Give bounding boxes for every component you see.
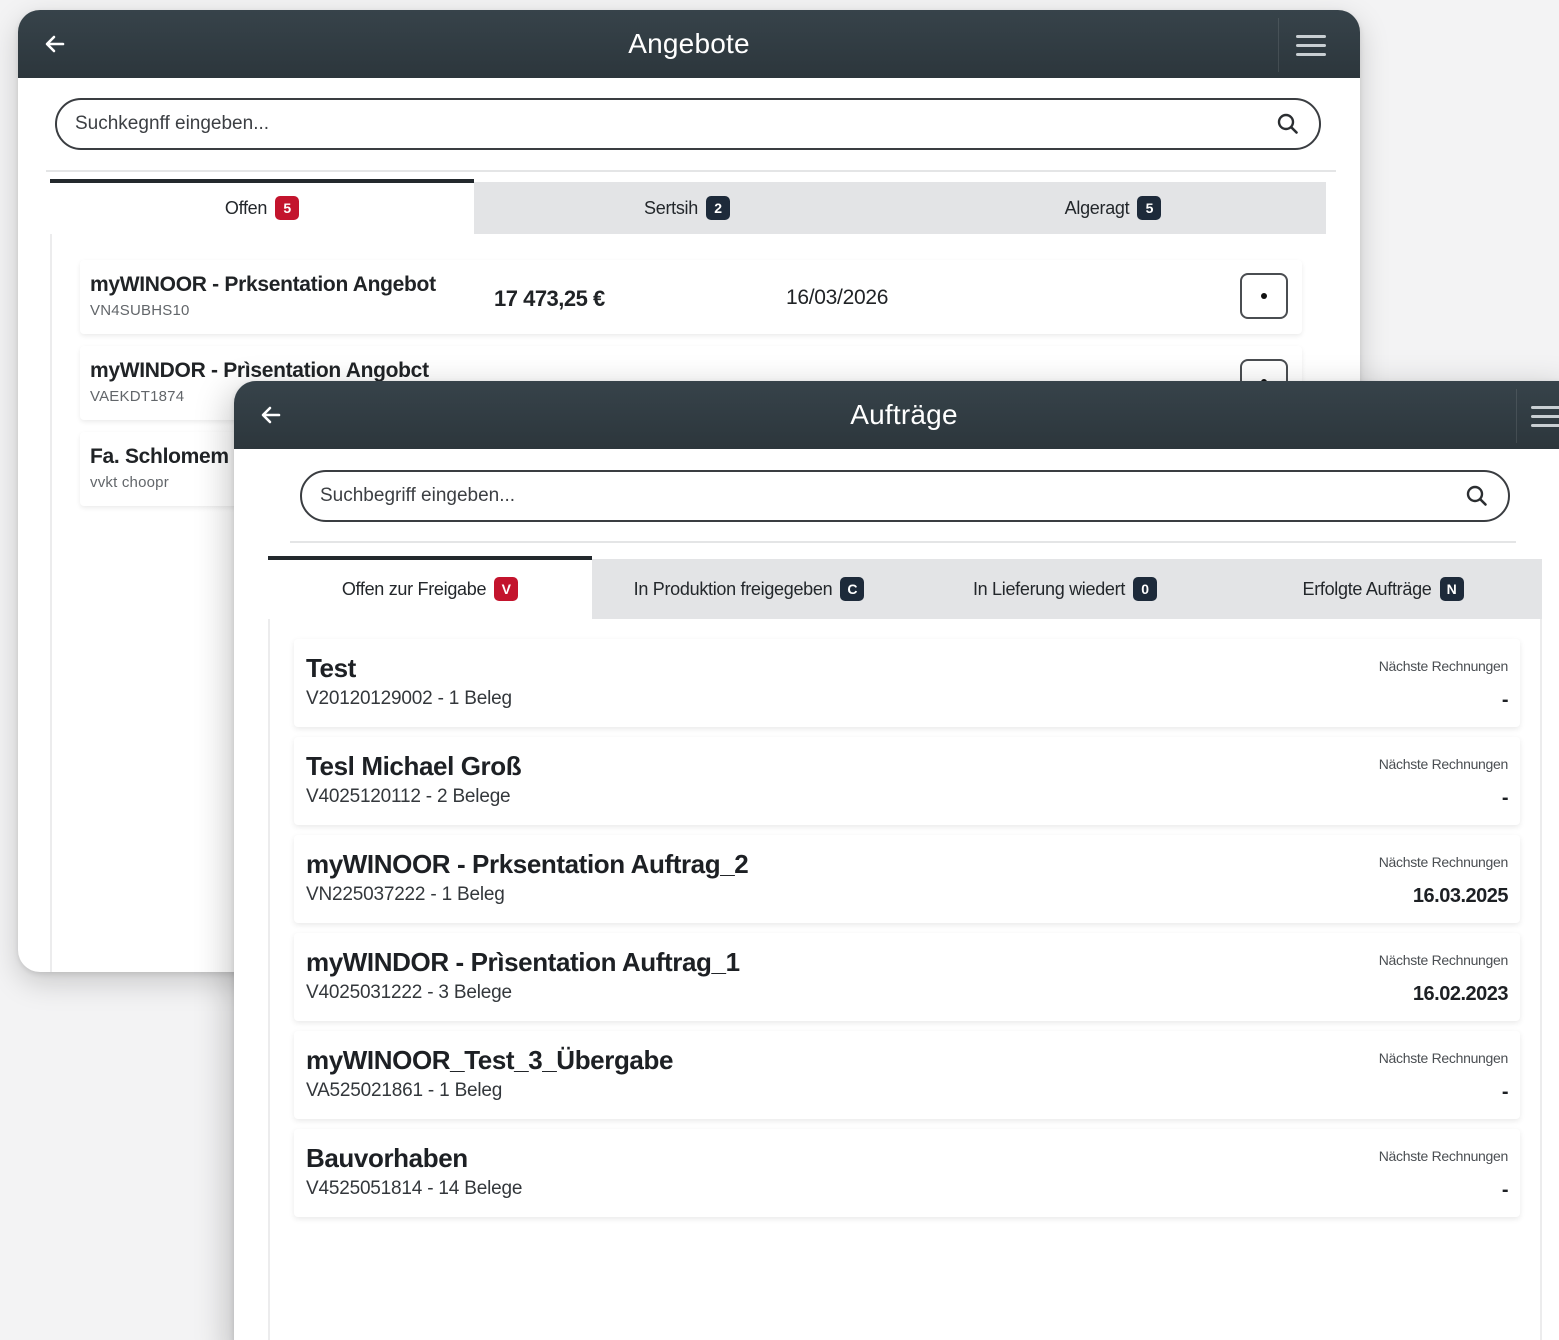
page-title: Aufträge	[850, 399, 958, 430]
item-name: Test	[306, 653, 356, 683]
item-number: V20120129002 - 1 Beleg	[306, 688, 512, 709]
page-title: Angebote	[628, 28, 750, 59]
auftraege-list: Test V20120129002 - 1 Beleg Nächste Rech…	[268, 619, 1542, 1340]
tab-algeragt[interactable]: Algeragt 5	[900, 182, 1326, 234]
item-meta-label: Nächste Rechnungen	[1378, 756, 1509, 772]
screen: Angebote Offen 5 Sertsih 2 Algeragt 5	[0, 0, 1559, 1340]
item-name: myWINOOR_Test_3_Übergabe	[306, 1045, 674, 1075]
item-meta-label: Nächste Rechnungen	[1378, 854, 1509, 870]
hamburger-menu-icon[interactable]	[1516, 389, 1559, 443]
search-field[interactable]	[55, 98, 1321, 150]
item-meta-label: Nächste Rechnungen	[1378, 1050, 1509, 1066]
item-number: V4025031222 - 3 Belege	[306, 982, 512, 1003]
count-badge: 0	[1133, 577, 1158, 601]
item-meta-label: Nächste Rechnungen	[1378, 1148, 1509, 1164]
tab-label: Algeragt	[1064, 197, 1130, 218]
item-date: 16/03/2026	[786, 286, 889, 309]
count-badge: 5	[275, 196, 300, 220]
divider	[46, 170, 1336, 172]
item-meta-value: 16.03.2025	[1412, 885, 1509, 907]
item-name: Fa. Schlomem	[90, 445, 229, 468]
item-name: Tesl Michael Groß	[306, 751, 522, 781]
item-number: V4025120112 - 2 Belege	[306, 786, 511, 807]
item-name: myWINOOR - Prksentation Auftrag_2	[306, 849, 749, 879]
tab-erfolgte-auftraege[interactable]: Erfolgte Aufträge N	[1224, 559, 1542, 619]
search-field[interactable]	[300, 470, 1510, 522]
item-meta-label: Nächste Rechnungen	[1378, 658, 1509, 674]
tab-label: Erfolgte Aufträge	[1302, 578, 1432, 599]
search-icon[interactable]	[1275, 111, 1301, 137]
tab-label: Sertsih	[644, 197, 698, 218]
tab-in-lieferung[interactable]: In Lieferung wiedert 0	[906, 559, 1224, 619]
item-name: myWINDOR - Prìsentation Angobct	[90, 359, 429, 382]
tab-offen[interactable]: Offen 5	[50, 179, 474, 234]
item-meta-value: -	[1501, 787, 1509, 809]
count-badge: 5	[1137, 196, 1162, 220]
angebote-titlebar: Angebote	[18, 10, 1360, 78]
row-action-button[interactable]	[1240, 273, 1288, 319]
list-item[interactable]: Bauvorhaben V4525051814 - 14 Belege Näch…	[294, 1129, 1520, 1217]
list-item[interactable]: Test V20120129002 - 1 Beleg Nächste Rech…	[294, 639, 1520, 727]
count-badge: N	[1439, 577, 1464, 601]
tab-label: Offen	[224, 197, 268, 218]
list-item[interactable]: myWINOOR - Prksentation Angebot VN4SUBHS…	[80, 260, 1302, 334]
item-meta-value: 16.02.2023	[1412, 983, 1509, 1005]
list-item[interactable]: myWINDOR - Prìsentation Auftrag_1 V40250…	[294, 933, 1520, 1021]
list-item[interactable]: myWINOOR - Prksentation Auftrag_2 VN2250…	[294, 835, 1520, 923]
item-number: vvkt choopr	[90, 474, 169, 491]
more-dot-icon	[1261, 293, 1267, 299]
item-meta-value: -	[1501, 689, 1509, 711]
count-badge: 2	[705, 196, 730, 220]
divider	[290, 541, 1516, 543]
item-name: Bauvorhaben	[306, 1143, 468, 1173]
search-input[interactable]	[320, 485, 1464, 507]
auftraege-tabs: Offen zur Freigabe V In Produktion freig…	[268, 556, 1542, 619]
list-item[interactable]: Tesl Michael Groß V4025120112 - 2 Belege…	[294, 737, 1520, 825]
item-meta-value: -	[1501, 1179, 1509, 1201]
count-badge: C	[840, 577, 865, 601]
search-icon[interactable]	[1464, 483, 1490, 509]
item-number: VN4SUBHS10	[90, 302, 190, 319]
item-meta-value: -	[1501, 1081, 1509, 1103]
item-number: VN225037222 - 1 Beleg	[306, 884, 505, 905]
angebote-tabs: Offen 5 Sertsih 2 Algeragt 5	[50, 179, 1326, 234]
item-amount: 17 473,25 €	[494, 286, 605, 311]
tab-offen-zur-freigabe[interactable]: Offen zur Freigabe V	[268, 556, 592, 619]
tab-in-produktion[interactable]: In Produktion freigegeben C	[592, 559, 906, 619]
tab-label: Offen zur Freigabe	[341, 578, 487, 599]
search-input[interactable]	[75, 113, 1275, 135]
item-number: VAEKDT1874	[90, 388, 185, 405]
hamburger-menu-icon[interactable]	[1278, 18, 1342, 72]
tab-label: In Produktion freigegeben	[633, 578, 833, 599]
auftraege-window: Aufträge Offen zur Freigabe V In Produkt…	[234, 381, 1559, 1340]
list-item[interactable]: myWINOOR_Test_3_Übergabe VA525021861 - 1…	[294, 1031, 1520, 1119]
item-name: myWINDOR - Prìsentation Auftrag_1	[306, 947, 740, 977]
tab-label: In Lieferung wiedert	[972, 578, 1126, 599]
item-number: V4525051814 - 14 Belege	[306, 1178, 523, 1199]
item-name: myWINOOR - Prksentation Angebot	[90, 273, 436, 296]
count-badge: V	[494, 577, 519, 601]
item-number: VA525021861 - 1 Beleg	[306, 1080, 503, 1101]
auftraege-titlebar: Aufträge	[234, 381, 1559, 449]
tab-sertsih[interactable]: Sertsih 2	[474, 182, 900, 234]
item-meta-label: Nächste Rechnungen	[1378, 952, 1509, 968]
